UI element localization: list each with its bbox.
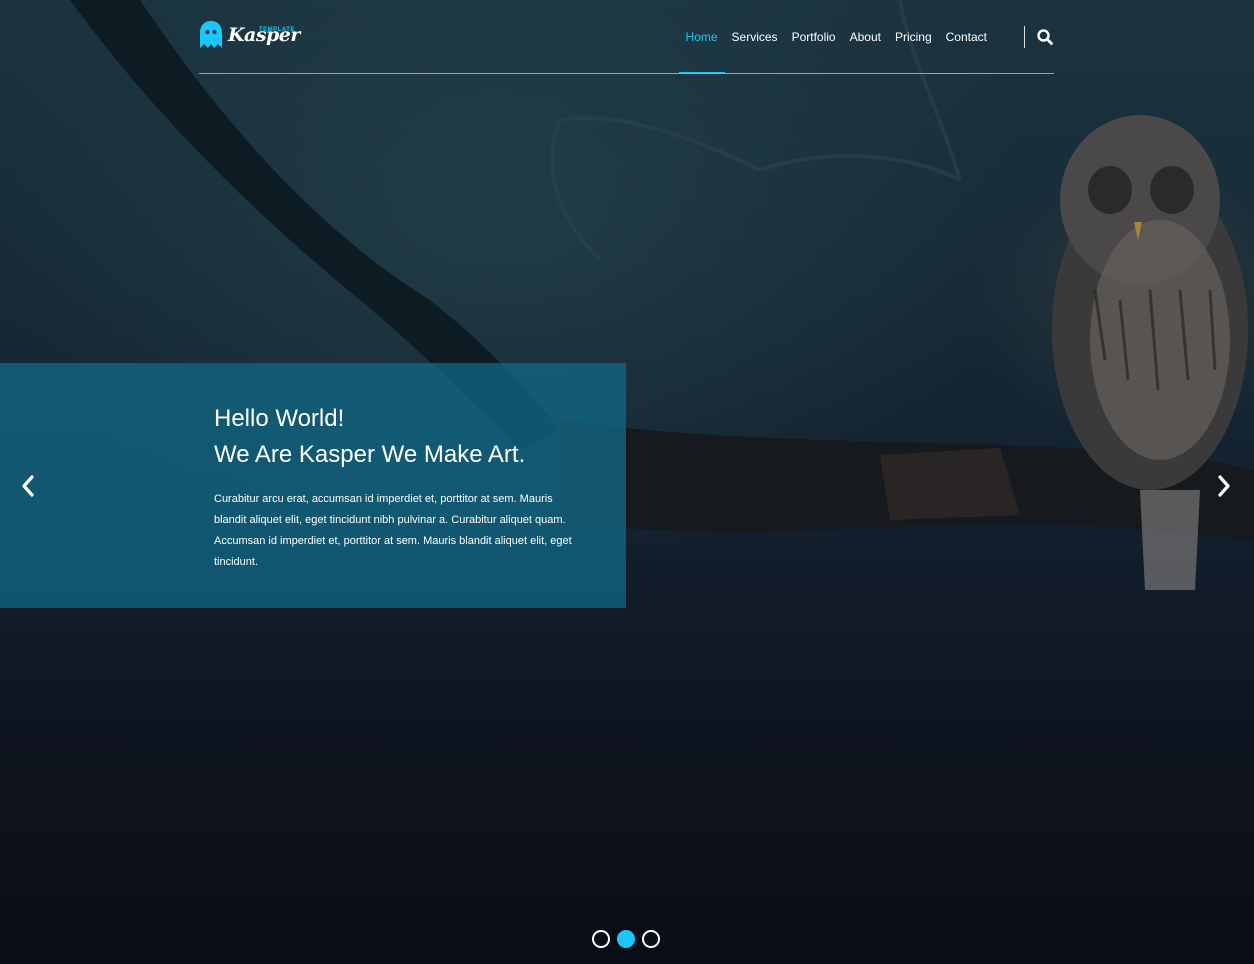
chevron-left-icon bbox=[22, 475, 34, 497]
logo[interactable]: Kasper TEMPLATE bbox=[199, 20, 300, 50]
slider-next-button[interactable] bbox=[1212, 473, 1236, 499]
slider-bullet-1[interactable] bbox=[592, 930, 610, 948]
nav-link-about[interactable]: About bbox=[843, 30, 888, 44]
site-header: Kasper TEMPLATE Home Services Portfolio … bbox=[199, 0, 1054, 74]
nav-link-services[interactable]: Services bbox=[725, 30, 785, 44]
nav-link-portfolio[interactable]: Portfolio bbox=[785, 30, 843, 44]
hero-text-content: Hello World! We Are Kasper We Make Art. … bbox=[214, 401, 594, 573]
nav-divider bbox=[1024, 26, 1025, 48]
logo-tagline: TEMPLATE bbox=[259, 27, 295, 33]
nav-link-contact[interactable]: Contact bbox=[939, 30, 994, 44]
slider-bullet-3[interactable] bbox=[642, 930, 660, 948]
slider-prev-button[interactable] bbox=[16, 473, 40, 499]
hero-heading-line2: We Are Kasper We Make Art. bbox=[214, 441, 526, 468]
main-nav: Home Services Portfolio About Pricing Co… bbox=[678, 30, 994, 73]
hero-heading-line1: Hello World! bbox=[214, 405, 345, 432]
slider-bullets bbox=[592, 930, 660, 948]
search-button[interactable] bbox=[1037, 29, 1053, 49]
hero-text-panel: Hello World! We Are Kasper We Make Art. … bbox=[0, 363, 626, 608]
chevron-right-icon bbox=[1218, 475, 1230, 497]
hero-heading: Hello World! We Are Kasper We Make Art. bbox=[214, 401, 594, 473]
hero-paragraph: Curabitur arcu erat, accumsan id imperdi… bbox=[214, 493, 572, 568]
ghost-icon bbox=[200, 21, 222, 48]
hero-section: Kasper TEMPLATE Home Services Portfolio … bbox=[0, 0, 1254, 964]
search-icon bbox=[1037, 29, 1053, 45]
nav-link-home[interactable]: Home bbox=[678, 30, 725, 73]
nav-link-pricing[interactable]: Pricing bbox=[888, 30, 939, 44]
slider-bullet-2[interactable] bbox=[617, 930, 635, 948]
